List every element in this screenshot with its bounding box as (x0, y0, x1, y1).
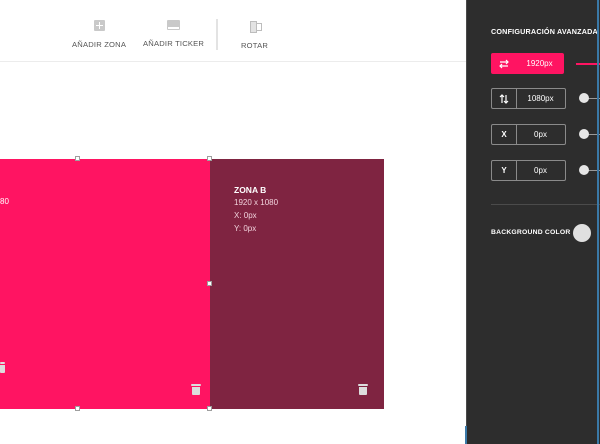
panel-title-text: CONFIGURACIÓN AVANZADA (491, 27, 598, 36)
x-input[interactable]: 0px (516, 124, 566, 145)
zone-b-x: X: 0px (234, 211, 257, 220)
height-slider-knob[interactable] (579, 93, 589, 103)
resize-handle-top-right[interactable] (207, 156, 212, 161)
zone-a-left-trash-icon[interactable] (0, 362, 6, 373)
width-swap-icon[interactable] (491, 53, 517, 74)
window-edge (597, 0, 599, 444)
resize-handle-bottom-center[interactable] (75, 406, 80, 411)
zone-b-y: Y: 0px (234, 224, 257, 233)
zone-a[interactable]: 80 (0, 159, 210, 409)
layout-canvas[interactable]: 80 ZONA B 1920 x 1080 X: 0px Y: 0px (0, 62, 466, 444)
width-input[interactable]: 1920px (516, 53, 564, 74)
zone-b-delete-trash-icon[interactable] (358, 384, 368, 395)
resize-handle-top-center[interactable] (75, 156, 80, 161)
advanced-settings-panel: CONFIGURACIÓN AVANZADA192 1920px 1080px … (466, 0, 600, 444)
add-zone-button[interactable]: AÑADIR ZONA (72, 20, 126, 49)
panel-title: CONFIGURACIÓN AVANZADA192 (491, 27, 600, 36)
zone-a-delete-trash-icon[interactable] (191, 384, 201, 395)
rotate-icon (249, 20, 262, 33)
y-key: Y (491, 160, 517, 181)
window-edge-bottom (465, 426, 467, 444)
add-ticker-label: AÑADIR TICKER (143, 39, 205, 48)
add-ticker-button[interactable]: AÑADIR TICKER (143, 20, 204, 48)
zone-b[interactable]: ZONA B 1920 x 1080 X: 0px Y: 0px (210, 159, 384, 409)
zone-a-size-text: 80 (0, 197, 9, 206)
rotate-button[interactable]: ROTAR (241, 20, 268, 50)
height-swap-icon[interactable] (491, 88, 517, 109)
plus-icon (93, 20, 105, 31)
rotate-label: ROTAR (241, 41, 269, 50)
toolbar: AÑADIR ZONA AÑADIR TICKER ROTAR (0, 0, 466, 62)
background-color-label: BACKGROUND COLOR (491, 229, 571, 236)
resize-handle-bottom-right[interactable] (207, 406, 212, 411)
background-color-swatch[interactable] (573, 224, 591, 242)
y-slider-knob[interactable] (579, 165, 589, 175)
x-key: X (491, 124, 517, 145)
panel-divider (491, 204, 600, 205)
ticker-icon (167, 20, 181, 30)
resize-handle-middle-right[interactable] (207, 281, 212, 286)
height-input[interactable]: 1080px (516, 88, 566, 109)
zone-b-name: ZONA B (234, 185, 267, 195)
zone-b-size: 1920 x 1080 (234, 198, 279, 207)
y-input[interactable]: 0px (516, 160, 566, 181)
add-zone-label: AÑADIR ZONA (72, 40, 127, 49)
toolbar-divider (216, 19, 218, 50)
x-slider-knob[interactable] (579, 129, 589, 139)
